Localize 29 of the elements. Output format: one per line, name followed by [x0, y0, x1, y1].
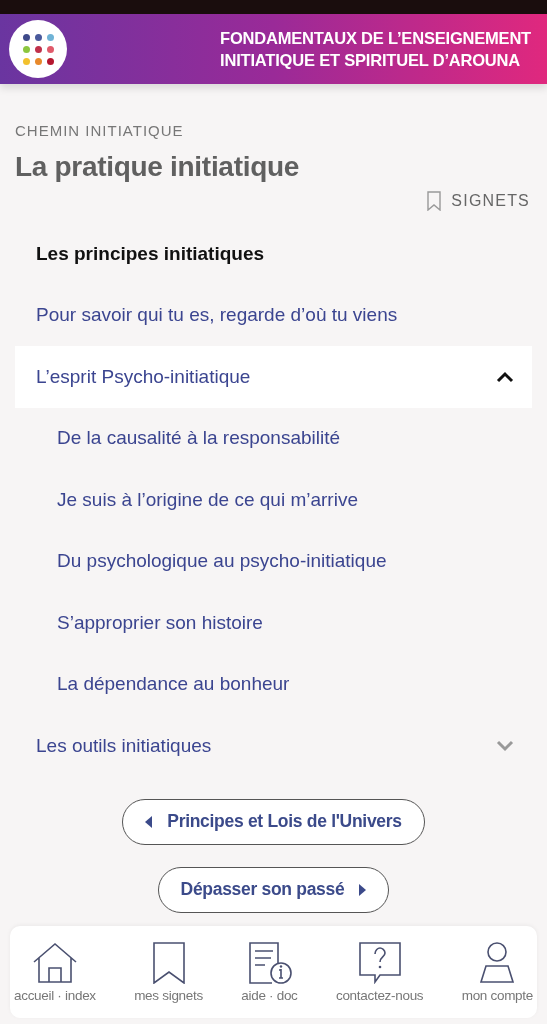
tab-bar-item[interactable]: mes signets — [134, 941, 203, 1003]
nav-heading[interactable]: Les principes initiatiques — [15, 223, 532, 285]
chevron-down-icon — [496, 739, 514, 752]
speech-bubble-question-icon — [356, 941, 403, 984]
document-info-icon — [246, 941, 293, 984]
tab-bar-item[interactable]: aide · doc — [241, 941, 298, 1003]
logo-icon[interactable] — [9, 20, 67, 78]
caret-right-icon — [358, 883, 367, 896]
bookmark-icon — [427, 191, 442, 211]
home-icon — [31, 941, 78, 984]
nav-subitem[interactable]: S’approprier son histoire — [15, 592, 532, 654]
tab-bar-item[interactable]: mon compte — [461, 941, 533, 1003]
nav-group[interactable]: L’esprit Psycho-initiatique — [15, 346, 532, 408]
chevron-up-icon — [496, 370, 514, 383]
nav-subitem[interactable]: La dépendance au bonheur — [15, 653, 532, 715]
previous-button[interactable]: Principes et Lois de l'Univers — [122, 798, 425, 845]
bookmarks-link[interactable]: SIGNETS — [427, 191, 530, 211]
tab-bar-item[interactable]: contactez-nous — [335, 941, 424, 1003]
nav-subitem[interactable]: Je suis à l’origine de ce qui m’arrive — [15, 469, 532, 531]
nav-subitem[interactable]: De la causalité à la responsabilité — [15, 407, 532, 469]
page-title: La pratique initiatique — [15, 151, 300, 183]
caret-left-icon — [145, 815, 154, 828]
breadcrumb[interactable]: CHEMIN INITIATIQUE — [15, 122, 532, 139]
nav-subitem[interactable]: Du psychologique au psycho-initiatique — [15, 530, 532, 592]
tab-bar-item[interactable]: accueil · index — [14, 941, 96, 1003]
app-title: FONDAMENTAUX DE L’ENSEIGNEMENT INITIATIQUE ET SPIRITUEL D’AROUNA — [220, 28, 531, 71]
nav-link[interactable]: Pour savoir qui tu es, regarde d’où tu viens — [15, 284, 532, 346]
nav-group[interactable]: Les outils initiatiques — [15, 715, 532, 777]
next-button[interactable]: Dépasser son passé — [157, 866, 390, 913]
